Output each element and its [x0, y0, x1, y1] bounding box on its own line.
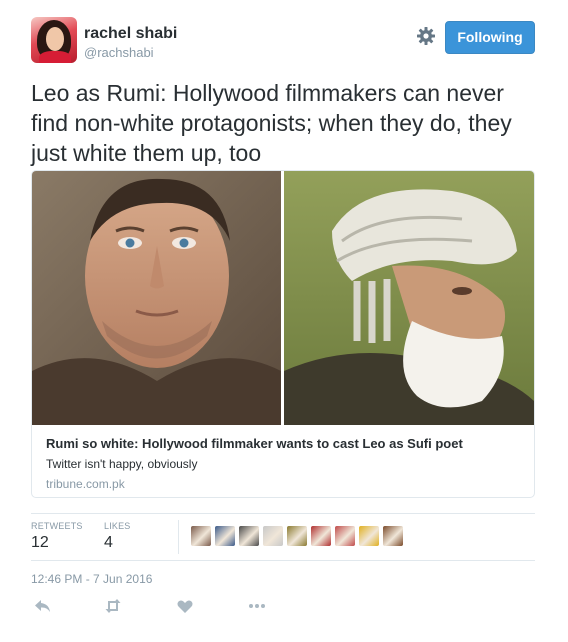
liker-avatar[interactable]: [287, 526, 307, 546]
card-description: Twitter isn't happy, obviously: [46, 457, 198, 471]
card-domain[interactable]: tribune.com.pk: [46, 477, 125, 491]
stats-top-divider: [31, 513, 535, 514]
liker-avatar[interactable]: [335, 526, 355, 546]
link-card[interactable]: Rumi so white: Hollywood filmmaker wants…: [31, 170, 535, 498]
author-handle[interactable]: @rachshabi: [84, 45, 154, 60]
gear-icon[interactable]: [416, 26, 436, 46]
stats-bottom-divider: [31, 560, 535, 561]
avatar[interactable]: [31, 17, 77, 63]
retweets-count[interactable]: 12: [31, 534, 49, 552]
tweet-timestamp[interactable]: 12:46 PM - 7 Jun 2016: [31, 572, 152, 586]
likes-count[interactable]: 4: [104, 534, 113, 552]
retweet-icon[interactable]: [104, 597, 122, 615]
liker-avatar[interactable]: [239, 526, 259, 546]
like-icon[interactable]: [176, 597, 194, 615]
liker-avatar[interactable]: [311, 526, 331, 546]
reply-icon[interactable]: [34, 597, 52, 615]
card-image: [32, 171, 534, 425]
liker-avatar[interactable]: [263, 526, 283, 546]
liker-avatar[interactable]: [191, 526, 211, 546]
retweets-label[interactable]: RETWEETS: [31, 521, 83, 531]
following-button[interactable]: Following: [445, 21, 535, 54]
liker-avatar[interactable]: [383, 526, 403, 546]
liker-avatar[interactable]: [359, 526, 379, 546]
likes-label[interactable]: LIKES: [104, 521, 131, 531]
card-title[interactable]: Rumi so white: Hollywood filmmaker wants…: [46, 436, 463, 451]
liker-avatar[interactable]: [215, 526, 235, 546]
tweet-text: Leo as Rumi: Hollywood filmmakers can ne…: [31, 80, 512, 166]
avatar-shirt: [39, 51, 71, 63]
avatar-face: [46, 27, 64, 51]
liker-avatars: [191, 526, 407, 548]
more-icon[interactable]: [248, 597, 266, 615]
author-display-name[interactable]: rachel shabi: [84, 25, 177, 43]
stats-vertical-divider: [178, 520, 179, 554]
